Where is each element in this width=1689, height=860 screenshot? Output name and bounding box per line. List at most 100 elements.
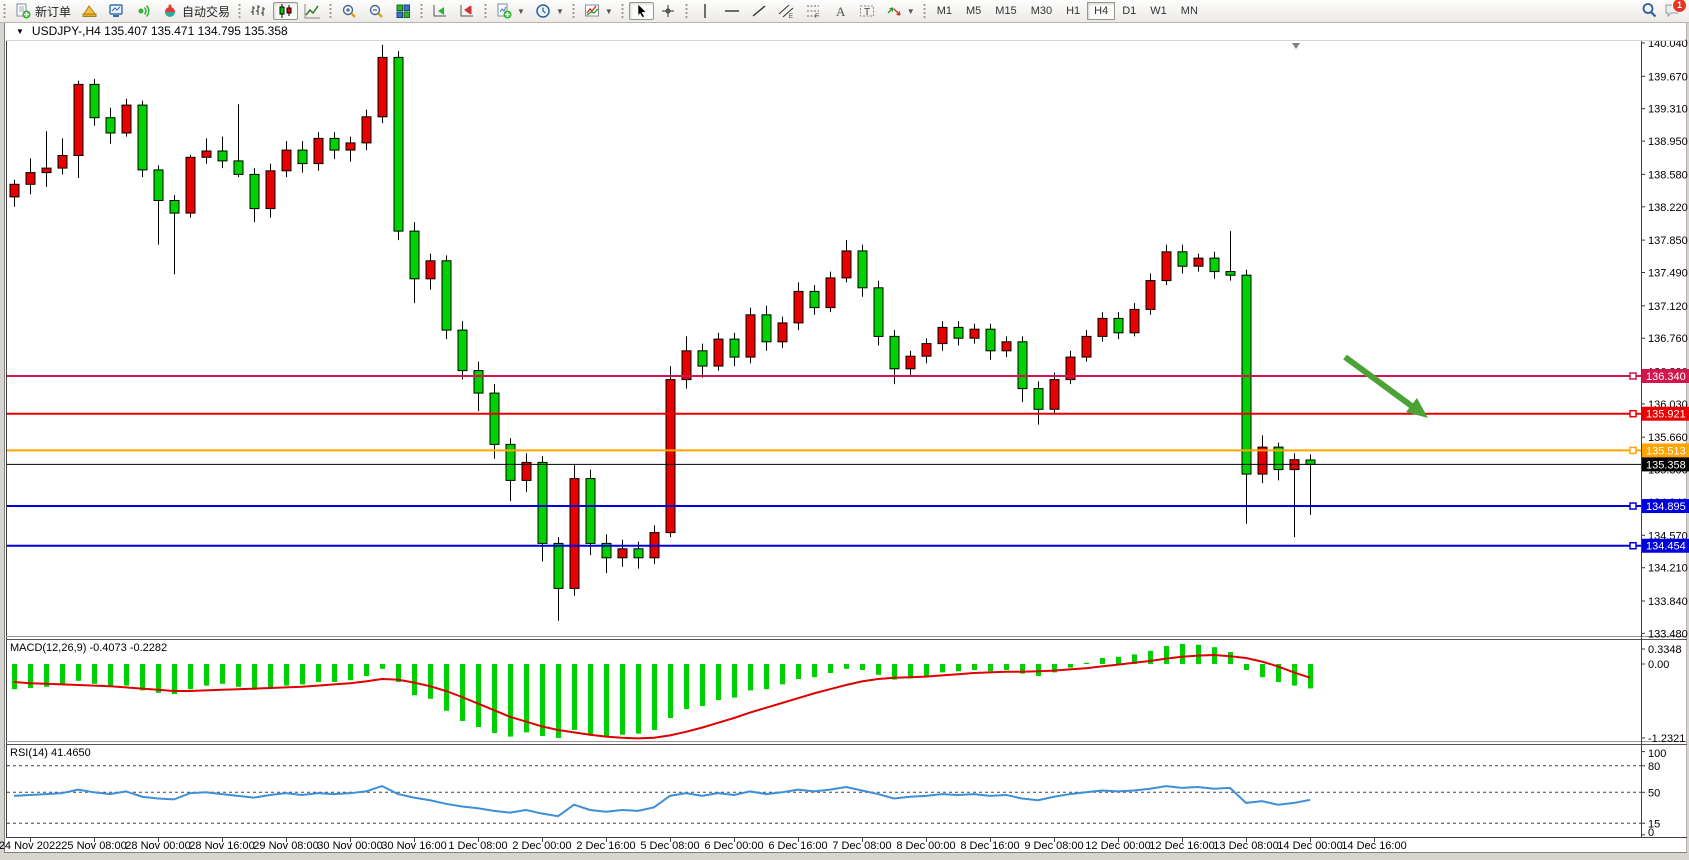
candle	[1130, 309, 1139, 332]
candle	[154, 170, 163, 201]
candle	[410, 231, 419, 279]
new-order-button[interactable]: 新订单	[11, 2, 75, 20]
search-icon[interactable]	[1641, 2, 1658, 21]
new-chart-icon	[496, 3, 513, 19]
price-tick-label: 137.850	[1648, 235, 1688, 247]
candle	[922, 344, 931, 357]
timeframe-button-d1[interactable]: D1	[1115, 2, 1143, 20]
timeframe-button-h1[interactable]: H1	[1059, 2, 1087, 20]
line-handle[interactable]	[1630, 373, 1636, 379]
price-line-badge-label: 135.513	[1646, 445, 1686, 457]
chart-shift-icon	[459, 3, 476, 19]
macd-label: MACD(12,26,9) -0.4073 -0.2282	[10, 642, 167, 654]
candle	[234, 161, 243, 175]
text-button[interactable]: A	[828, 2, 853, 20]
time-tick-label: 25 Nov 08:00	[61, 840, 126, 852]
timeframe-button-m15[interactable]: M15	[988, 2, 1023, 20]
price-line-badge-label: 134.454	[1646, 541, 1686, 553]
chevron-down-icon[interactable]: ▼	[907, 7, 915, 16]
chevron-down-icon[interactable]: ▼	[556, 7, 564, 16]
candle	[42, 168, 51, 173]
candlestick-icon	[277, 3, 294, 19]
price-tick-label: 137.490	[1648, 268, 1688, 280]
auto-scroll-button[interactable]	[428, 2, 453, 20]
label-button[interactable]: T	[855, 2, 880, 20]
window-menu-icon[interactable]: ▼	[16, 27, 24, 36]
price-tick-label: 139.670	[1648, 71, 1688, 83]
candle	[218, 151, 227, 161]
price-tick-label: 136.760	[1648, 333, 1688, 345]
candle	[10, 184, 19, 197]
crosshair-icon	[660, 3, 677, 19]
candle	[586, 479, 595, 544]
channel-icon: E	[778, 3, 795, 19]
vertical-line-button[interactable]	[693, 2, 718, 20]
shapes-button[interactable]: ▼	[882, 2, 919, 20]
time-tick-label: 30 Nov 00:00	[317, 840, 382, 852]
price-tick-label: 138.220	[1648, 202, 1688, 214]
signals-button[interactable]	[131, 2, 156, 20]
zoom-out-button[interactable]	[364, 2, 389, 20]
price-line-badge-label: 135.358	[1646, 459, 1686, 471]
indicators-button[interactable]: ▼	[580, 2, 617, 20]
market-watch-button[interactable]	[77, 2, 102, 20]
notification-count-badge: 1	[1672, 0, 1687, 13]
candle	[634, 549, 643, 558]
line-handle[interactable]	[1630, 411, 1636, 417]
candle	[394, 57, 403, 231]
trendline-button[interactable]	[747, 2, 772, 20]
svg-text:T: T	[864, 7, 870, 18]
fibonacci-button[interactable]: F	[801, 2, 826, 20]
timeframe-button-m1[interactable]: M1	[930, 2, 959, 20]
candlestick-button[interactable]	[273, 2, 298, 20]
price-tick-label: 135.660	[1648, 432, 1688, 444]
chevron-down-icon[interactable]: ▼	[605, 7, 613, 16]
timeframe-button-w1[interactable]: W1	[1143, 2, 1174, 20]
candle	[106, 118, 115, 133]
candle	[1002, 342, 1011, 351]
time-tick-label: 28 Nov 00:00	[125, 840, 190, 852]
label-icon: T	[859, 3, 876, 19]
timeframe-button-h4[interactable]: H4	[1087, 2, 1115, 20]
candle	[554, 543, 563, 588]
bar-chart-button[interactable]	[246, 2, 271, 20]
line-handle[interactable]	[1630, 503, 1636, 509]
notifications-button[interactable]: 1	[1664, 2, 1681, 21]
time-tick-label: 6 Dec 16:00	[768, 840, 827, 852]
candle	[858, 251, 867, 288]
chevron-down-icon[interactable]: ▼	[517, 7, 525, 16]
toolbar-group-grip	[621, 3, 624, 19]
candle	[954, 327, 963, 338]
horizontal-line-button[interactable]	[720, 2, 745, 20]
timeframe-button-m5[interactable]: M5	[959, 2, 988, 20]
periods-button[interactable]: ▼	[531, 2, 568, 20]
candle	[26, 173, 35, 185]
channel-button[interactable]: E	[774, 2, 799, 20]
timeframe-button-mn[interactable]: MN	[1174, 2, 1205, 20]
chart-canvas[interactable]: 140.040139.670139.310138.950138.580138.2…	[0, 0, 1689, 860]
line-handle[interactable]	[1630, 543, 1636, 549]
new-chart-button[interactable]: ▼	[492, 2, 529, 20]
crosshair-button[interactable]	[656, 2, 681, 20]
time-tick-label: 1 Dec 08:00	[448, 840, 507, 852]
candle	[522, 462, 531, 480]
zoom-in-button[interactable]	[337, 2, 362, 20]
chart-shift-button[interactable]	[455, 2, 480, 20]
candle	[1050, 380, 1059, 410]
tile-windows-button[interactable]	[391, 2, 416, 20]
cursor-button[interactable]	[629, 2, 654, 20]
candle	[202, 151, 211, 157]
chart-window-titlebar[interactable]: ▼ USDJPY-,H4 135.407 135.471 134.795 135…	[6, 22, 1685, 41]
candle	[1306, 460, 1315, 464]
timeframe-button-m30[interactable]: M30	[1024, 2, 1059, 20]
price-line-badge-label: 135.921	[1646, 409, 1686, 421]
zoom-in-icon	[341, 3, 358, 19]
line-handle[interactable]	[1630, 447, 1636, 453]
rsi-tick-label: 0	[1648, 827, 1654, 839]
svg-text:F: F	[815, 13, 819, 19]
auto-trading-button[interactable]: 自动交易	[158, 2, 234, 20]
line-chart-button[interactable]	[300, 2, 325, 20]
time-tick-label: 9 Dec 08:00	[1024, 840, 1083, 852]
candle	[442, 261, 451, 330]
terminal-button[interactable]	[104, 2, 129, 20]
